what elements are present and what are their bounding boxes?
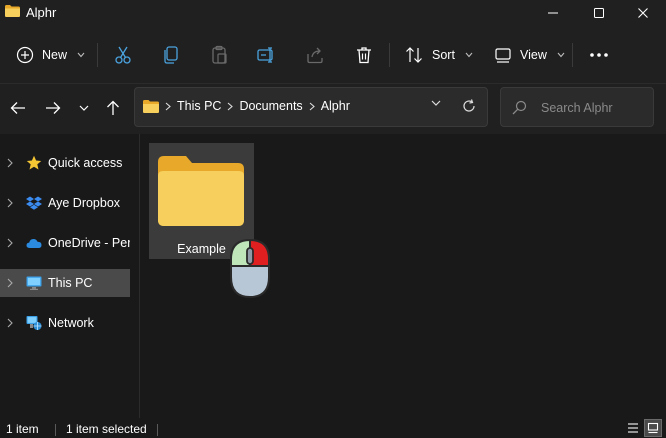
toolbar-divider bbox=[572, 43, 573, 67]
chevron-down-icon bbox=[465, 52, 473, 58]
more-options-button[interactable] bbox=[589, 39, 609, 71]
share-icon bbox=[307, 47, 323, 64]
navigation-pane: Quick access Aye Dropbox OneDrive - Pers… bbox=[0, 134, 140, 418]
title-bar: Alphr bbox=[0, 0, 666, 26]
view-button[interactable]: View bbox=[494, 39, 565, 71]
sidebar-item-label: OneDrive - Pers bbox=[48, 236, 130, 250]
chevron-down-icon bbox=[431, 100, 441, 106]
sort-button[interactable]: Sort bbox=[404, 39, 473, 71]
cut-button[interactable] bbox=[113, 39, 133, 71]
chevron-down-icon bbox=[77, 52, 85, 58]
search-placeholder: Search Alphr bbox=[541, 101, 613, 115]
arrow-right-icon bbox=[46, 102, 61, 114]
monitor-icon bbox=[26, 276, 42, 290]
maximize-button[interactable] bbox=[576, 0, 622, 26]
folder-icon bbox=[143, 99, 159, 113]
chevron-right-icon[interactable] bbox=[7, 158, 13, 168]
toolbar-divider bbox=[97, 43, 98, 67]
delete-button[interactable] bbox=[354, 39, 374, 71]
sidebar-item-quick-access[interactable]: Quick access bbox=[0, 149, 130, 177]
sidebar-item-label: Network bbox=[48, 316, 94, 330]
rename-button[interactable] bbox=[256, 39, 276, 71]
toolbar-divider bbox=[389, 43, 390, 67]
sort-icon bbox=[406, 47, 422, 63]
view-icon bbox=[495, 48, 511, 63]
close-button[interactable] bbox=[620, 0, 666, 26]
arrow-left-icon bbox=[10, 102, 25, 114]
sidebar-item-label: This PC bbox=[48, 276, 93, 290]
copy-icon bbox=[164, 46, 178, 64]
up-button[interactable] bbox=[101, 96, 125, 120]
window-title: Alphr bbox=[26, 5, 57, 20]
new-label: New bbox=[42, 48, 68, 62]
chevron-down-icon bbox=[79, 105, 89, 111]
minimize-icon bbox=[548, 12, 558, 14]
paste-button[interactable] bbox=[209, 39, 229, 71]
sidebar-item-label: Quick access bbox=[48, 156, 123, 170]
chevron-right-icon[interactable] bbox=[7, 198, 13, 208]
onedrive-cloud-icon bbox=[26, 239, 42, 248]
sidebar-item-network[interactable]: Network bbox=[0, 309, 130, 337]
sort-label: Sort bbox=[432, 48, 455, 62]
delete-icon bbox=[357, 47, 371, 64]
folder-icon bbox=[158, 156, 244, 226]
sidebar-item-this-pc[interactable]: This PC bbox=[0, 269, 130, 297]
forward-button[interactable] bbox=[41, 96, 65, 120]
chevron-right-icon bbox=[309, 102, 315, 110]
dropbox-icon bbox=[26, 196, 42, 210]
details-view-button[interactable] bbox=[624, 419, 642, 437]
chevron-down-icon bbox=[557, 52, 565, 58]
item-count: 1 item bbox=[6, 422, 39, 436]
address-bar[interactable]: This PC Documents Alphr bbox=[134, 87, 488, 127]
refresh-button[interactable] bbox=[462, 99, 476, 113]
maximize-icon bbox=[594, 8, 604, 18]
folder-icon bbox=[5, 5, 20, 17]
share-button[interactable] bbox=[305, 39, 325, 71]
sidebar-item-label: Aye Dropbox bbox=[48, 196, 121, 210]
search-box[interactable]: Search Alphr bbox=[500, 87, 654, 127]
large-icons-view-button[interactable] bbox=[644, 419, 662, 437]
rename-icon bbox=[257, 47, 273, 63]
paste-icon bbox=[212, 45, 227, 64]
new-button[interactable]: New bbox=[16, 39, 85, 71]
address-history-button[interactable] bbox=[431, 100, 441, 107]
chevron-right-icon[interactable] bbox=[7, 318, 13, 328]
status-divider bbox=[55, 424, 56, 436]
cut-icon bbox=[115, 46, 131, 64]
search-icon bbox=[512, 100, 527, 115]
chevron-right-icon bbox=[228, 102, 234, 110]
status-divider bbox=[157, 424, 158, 436]
plus-circle-icon bbox=[16, 46, 34, 64]
sidebar-item-onedrive[interactable]: OneDrive - Pers bbox=[0, 229, 130, 257]
arrow-up-icon bbox=[107, 100, 119, 115]
minimize-button[interactable] bbox=[530, 0, 576, 26]
star-icon bbox=[26, 155, 42, 170]
large-icons-view-icon bbox=[647, 422, 659, 434]
details-view-icon bbox=[628, 423, 638, 433]
recent-locations-button[interactable] bbox=[72, 96, 96, 120]
close-icon bbox=[638, 8, 648, 18]
breadcrumb-this-pc[interactable]: This PC bbox=[177, 99, 221, 113]
command-bar: New Sort View bbox=[0, 26, 666, 84]
refresh-icon bbox=[463, 99, 475, 112]
breadcrumb-alphr[interactable]: Alphr bbox=[321, 99, 350, 113]
more-icon bbox=[590, 53, 608, 57]
mouse-right-click-icon bbox=[230, 239, 270, 299]
copy-button[interactable] bbox=[161, 39, 181, 71]
chevron-right-icon bbox=[165, 102, 171, 110]
breadcrumb-documents[interactable]: Documents bbox=[239, 99, 302, 113]
view-label: View bbox=[520, 48, 547, 62]
chevron-right-icon[interactable] bbox=[7, 278, 13, 288]
status-bar: 1 item 1 item selected bbox=[0, 418, 666, 438]
sidebar-item-dropbox[interactable]: Aye Dropbox bbox=[0, 189, 130, 217]
selection-count: 1 item selected bbox=[66, 422, 147, 436]
chevron-right-icon[interactable] bbox=[7, 238, 13, 248]
network-icon bbox=[26, 316, 42, 330]
back-button[interactable] bbox=[6, 96, 30, 120]
